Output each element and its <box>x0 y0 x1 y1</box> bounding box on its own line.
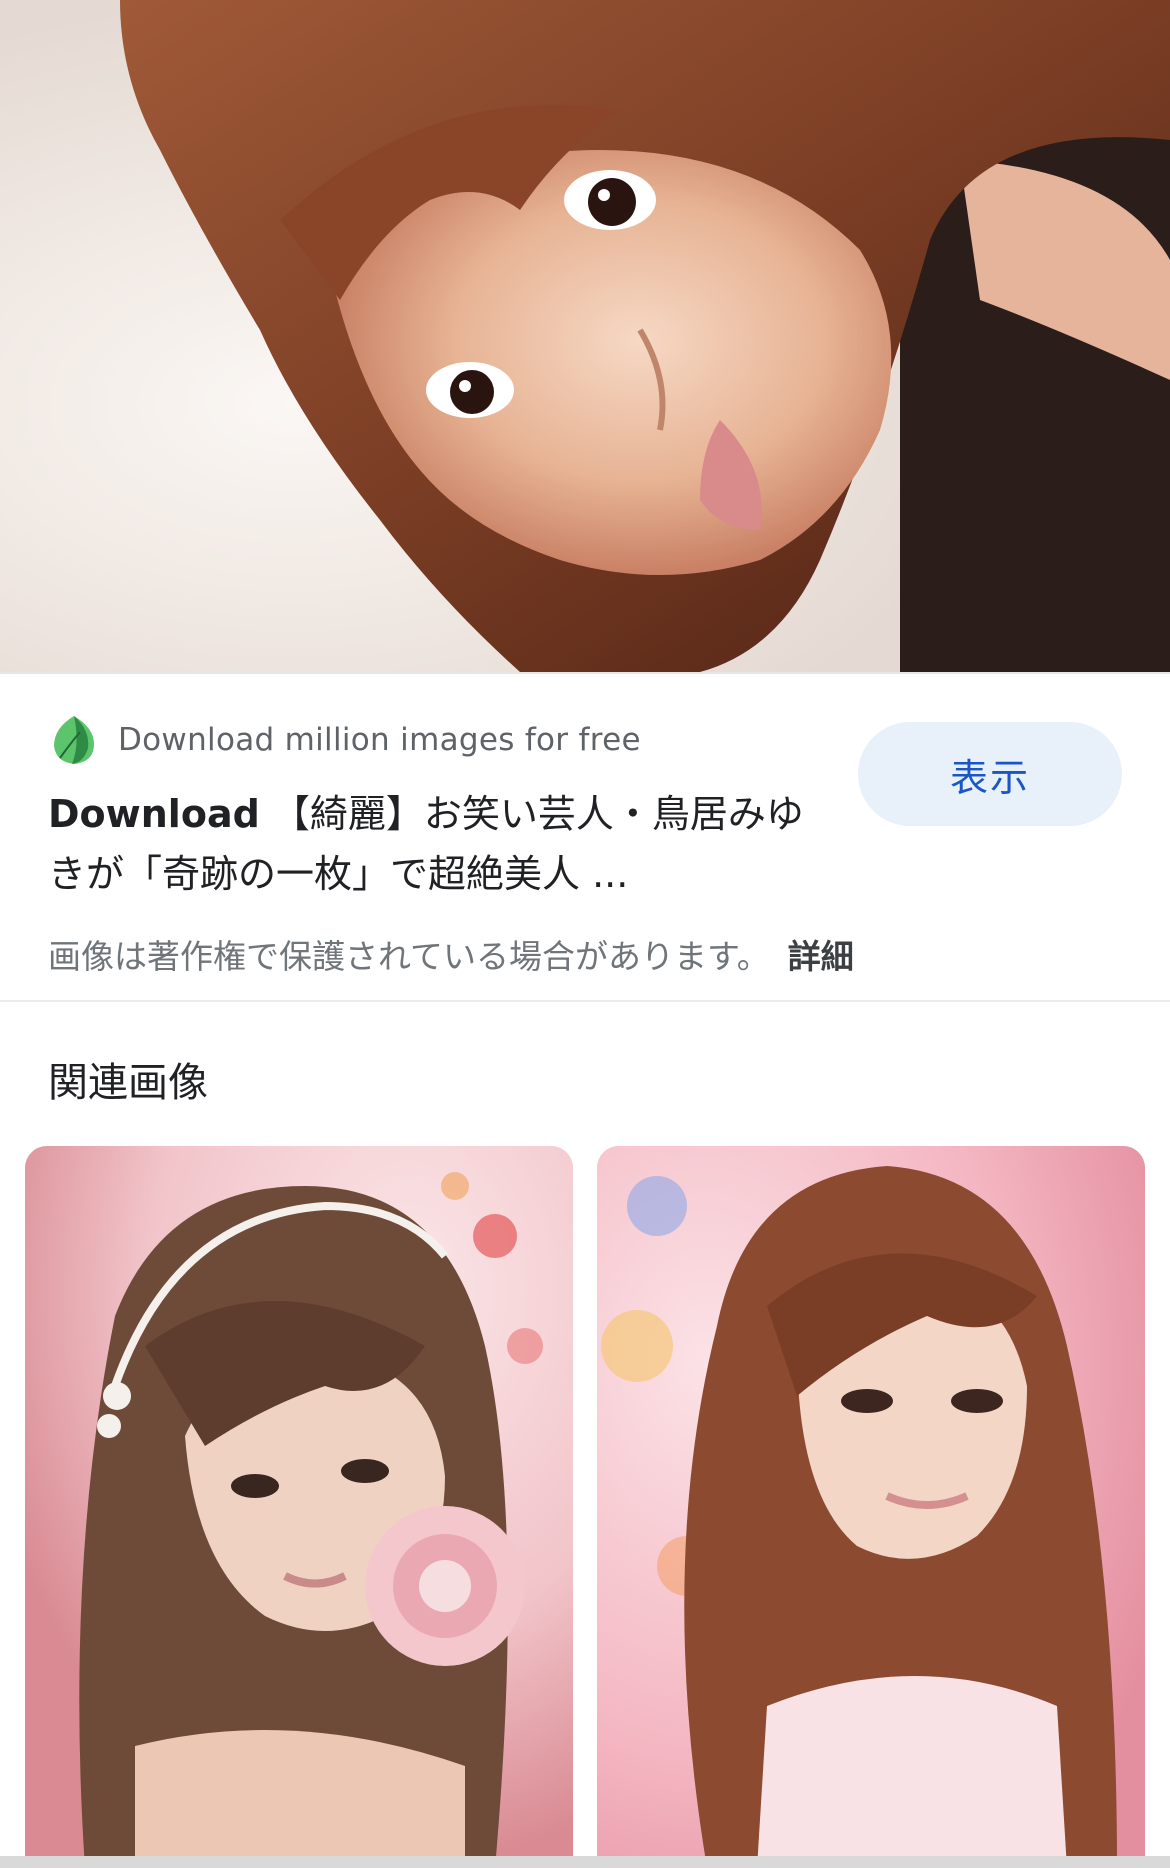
section-divider <box>0 1000 1170 1002</box>
main-image[interactable] <box>0 0 1170 672</box>
related-images-heading: 関連画像 <box>48 1060 208 1106</box>
result-title[interactable]: Download 【綺麗】お笑い芸人・鳥居みゆきが「奇跡の一枚」で超絶美人 ..… <box>48 784 838 904</box>
details-link[interactable]: 詳細 <box>788 937 854 976</box>
result-title-lead: Download <box>48 792 260 836</box>
main-image-illustration <box>0 0 1170 672</box>
bottom-bar <box>0 1856 1170 1868</box>
view-button[interactable]: 表示 <box>858 722 1122 826</box>
leaf-icon <box>54 716 94 764</box>
source-row[interactable]: Download million images for free <box>50 712 641 768</box>
image-viewer-page: Download million images for free Downloa… <box>0 0 1170 1868</box>
related-image-1-illustration <box>25 1146 573 1868</box>
related-image-1[interactable] <box>25 1146 573 1868</box>
source-name[interactable]: Download million images for free <box>118 722 641 758</box>
related-image-2[interactable] <box>597 1146 1145 1868</box>
copyright-text: 画像は著作権で保護されている場合があります。 <box>48 937 770 976</box>
image-info-panel: Download million images for free Downloa… <box>0 674 1170 1000</box>
copyright-notice: 画像は著作権で保護されている場合があります。 詳細 <box>48 930 854 978</box>
related-image-2-illustration <box>597 1146 1145 1868</box>
